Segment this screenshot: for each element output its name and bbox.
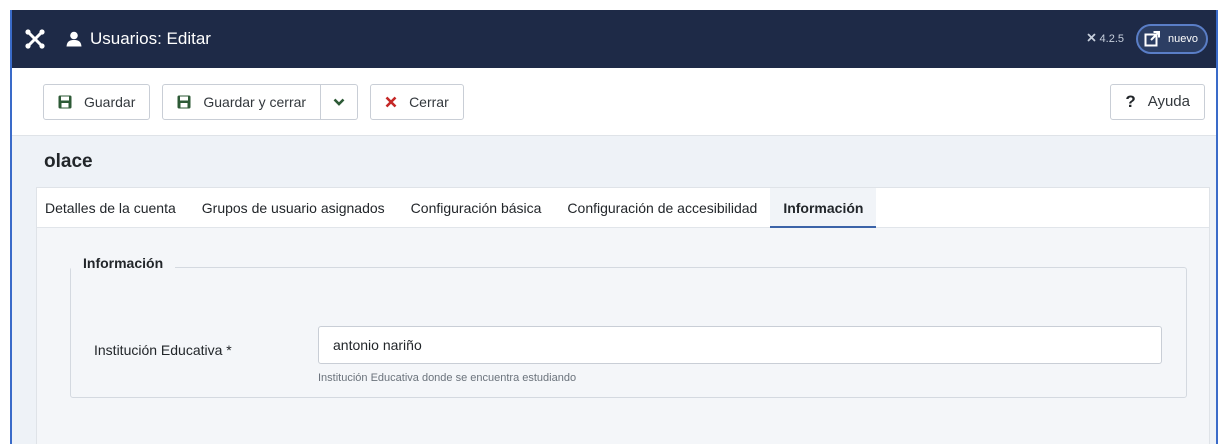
user-icon	[66, 31, 82, 47]
save-button[interactable]: Guardar	[43, 83, 151, 120]
header-right: 4.2.5 nuevo	[1086, 24, 1208, 54]
tab-basic-settings[interactable]: Configuración básica	[398, 188, 555, 228]
page-header-title: Usuarios: Editar	[66, 29, 211, 49]
floppy-disk-icon	[177, 95, 191, 109]
save-options-dropdown[interactable]	[321, 83, 359, 120]
save-label: Guardar	[84, 93, 136, 110]
chevron-down-icon	[333, 94, 345, 110]
tab-content: Información Institución Educativa * Inst…	[37, 228, 1209, 444]
top-header: Usuarios: Editar 4.2.5 nuevo	[12, 10, 1216, 68]
question-icon: ?	[1125, 91, 1136, 111]
joomla-small-icon	[1086, 32, 1100, 46]
new-window-label: nuevo	[1168, 33, 1198, 45]
version-info: 4.2.5	[1086, 32, 1124, 46]
header-title-text: Usuarios: Editar	[90, 29, 211, 48]
tab-information[interactable]: Información	[770, 188, 877, 229]
toolbar: Guardar Guardar y cerrar Cerrar ? Ayuda	[12, 68, 1216, 136]
version-number: 4.2.5	[1099, 33, 1125, 45]
institution-help-text: Institución Educativa donde se encuentra…	[318, 372, 577, 384]
floppy-disk-icon	[58, 95, 72, 109]
close-label: Cerrar	[409, 93, 449, 110]
help-label: Ayuda	[1147, 93, 1190, 110]
save-close-group: Guardar y cerrar	[162, 83, 359, 120]
help-button[interactable]: ? Ayuda	[1110, 83, 1205, 120]
app-frame: Usuarios: Editar 4.2.5 nuevo Guardar Gua…	[10, 10, 1218, 444]
external-link-icon	[1144, 31, 1161, 47]
institution-label: Institución Educativa *	[94, 342, 232, 358]
close-button[interactable]: Cerrar	[370, 83, 464, 120]
tab-assigned-groups[interactable]: Grupos de usuario asignados	[189, 188, 398, 228]
close-icon	[385, 96, 397, 108]
tab-accessibility-settings[interactable]: Configuración de accesibilidad	[554, 188, 770, 228]
save-close-label: Guardar y cerrar	[203, 93, 307, 110]
institution-input[interactable]	[318, 326, 1162, 364]
save-close-button[interactable]: Guardar y cerrar	[162, 83, 322, 120]
tab-account-details[interactable]: Detalles de la cuenta	[37, 188, 189, 228]
new-window-button[interactable]: nuevo	[1136, 24, 1208, 54]
tab-list: Detalles de la cuenta Grupos de usuario …	[37, 188, 1209, 229]
edit-panel: Detalles de la cuenta Grupos de usuario …	[36, 187, 1210, 444]
joomla-logo-icon[interactable]	[12, 10, 58, 68]
page-title: olace	[44, 151, 93, 172]
fieldset-legend: Información	[71, 255, 176, 271]
